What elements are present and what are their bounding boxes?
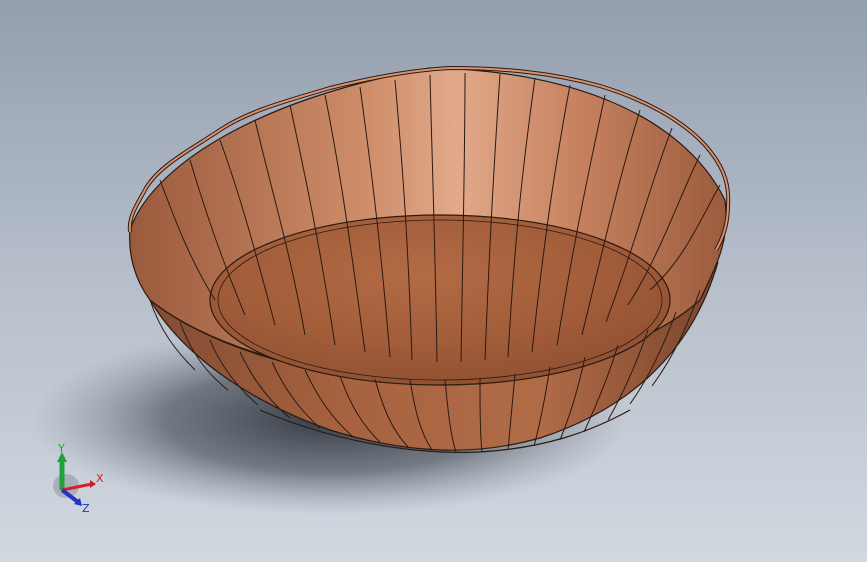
x-axis-label: X [96,472,104,485]
y-axis-label: Y [57,442,65,455]
graphics-viewport[interactable]: Y X Z [0,0,867,562]
bowl-model[interactable] [0,0,867,562]
z-axis-label: Z [82,502,90,515]
orientation-triad[interactable]: Y X Z [40,440,120,520]
bowl-floor [209,214,671,386]
